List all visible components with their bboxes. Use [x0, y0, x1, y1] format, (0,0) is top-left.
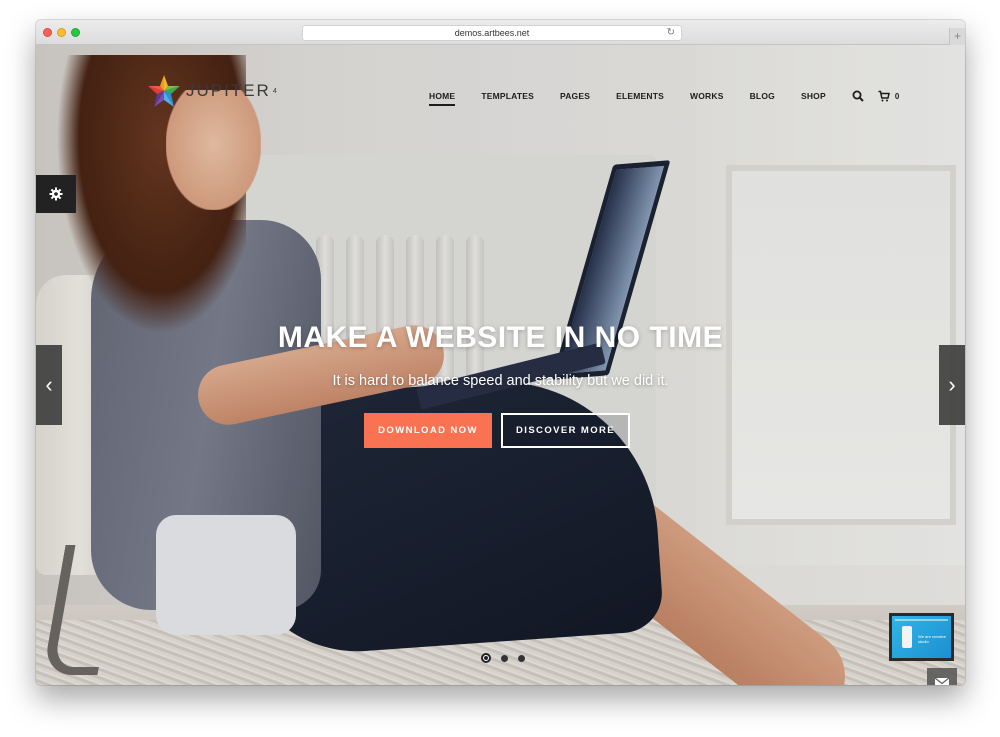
logo-version: 4 [272, 87, 277, 95]
browser-window: demos.artbees.net ↻ + JUPITER 4 HOME TEM… [36, 20, 965, 685]
nav-item-blog[interactable]: BLOG [750, 91, 775, 101]
nav-item-pages[interactable]: PAGES [560, 91, 590, 101]
maximize-window-button[interactable] [71, 28, 80, 37]
download-now-button[interactable]: DOWNLOAD NOW [364, 413, 492, 448]
envelope-icon [935, 678, 949, 685]
previous-slide-button[interactable]: ‹ [36, 345, 62, 425]
nav-item-home[interactable]: HOME [429, 91, 456, 106]
preview-phone-image [902, 626, 912, 648]
demo-preview-thumbnail[interactable]: We are creative studio [889, 613, 954, 661]
main-nav: HOME TEMPLATES PAGES ELEMENTS WORKS BLOG… [429, 89, 900, 106]
settings-panel-toggle[interactable] [36, 175, 76, 213]
slide-dot-2[interactable] [501, 654, 508, 662]
slider-pagination [481, 653, 535, 663]
close-window-button[interactable] [43, 28, 52, 37]
gear-icon [49, 187, 63, 201]
hero-slider: JUPITER 4 HOME TEMPLATES PAGES ELEMENTS … [36, 45, 965, 685]
reload-icon[interactable]: ↻ [667, 26, 675, 40]
discover-more-button[interactable]: DISCOVER MORE [501, 413, 630, 448]
browser-titlebar: demos.artbees.net ↻ + [36, 20, 965, 45]
address-bar[interactable]: demos.artbees.net ↻ [302, 25, 682, 41]
contact-button[interactable] [927, 668, 957, 685]
site-logo[interactable]: JUPITER 4 [146, 73, 277, 109]
nav-item-shop[interactable]: SHOP [801, 91, 826, 101]
nav-item-templates[interactable]: TEMPLATES [481, 91, 534, 101]
next-slide-button[interactable]: › [939, 345, 965, 425]
slide-dot-3[interactable] [518, 654, 525, 662]
chevron-right-icon: › [948, 372, 956, 397]
slide-dot-1[interactable] [481, 653, 491, 663]
preview-nav-bar [895, 619, 948, 621]
search-icon[interactable] [852, 89, 866, 103]
cart-icon[interactable] [878, 89, 892, 103]
logo-text: JUPITER [186, 81, 271, 100]
preview-text: We are creative studio [918, 634, 946, 644]
cart-count: 0 [894, 91, 900, 101]
preview-screen: We are creative studio [892, 616, 951, 658]
star-logo-icon [148, 75, 180, 107]
new-tab-button[interactable]: + [949, 28, 965, 45]
url-text: demos.artbees.net [454, 28, 530, 38]
discover-more-label: DISCOVER MORE [516, 425, 615, 436]
hero-title: MAKE A WEBSITE IN NO TIME [277, 321, 724, 354]
scene-overlay [36, 45, 965, 685]
download-now-label: DOWNLOAD NOW [378, 425, 478, 436]
hero-subtitle: It is hard to balance speed and stabilit… [332, 373, 669, 389]
chevron-left-icon: ‹ [45, 372, 53, 397]
plus-icon: + [953, 29, 961, 43]
minimize-window-button[interactable] [57, 28, 66, 37]
nav-item-elements[interactable]: ELEMENTS [616, 91, 664, 101]
nav-item-works[interactable]: WORKS [690, 91, 724, 101]
